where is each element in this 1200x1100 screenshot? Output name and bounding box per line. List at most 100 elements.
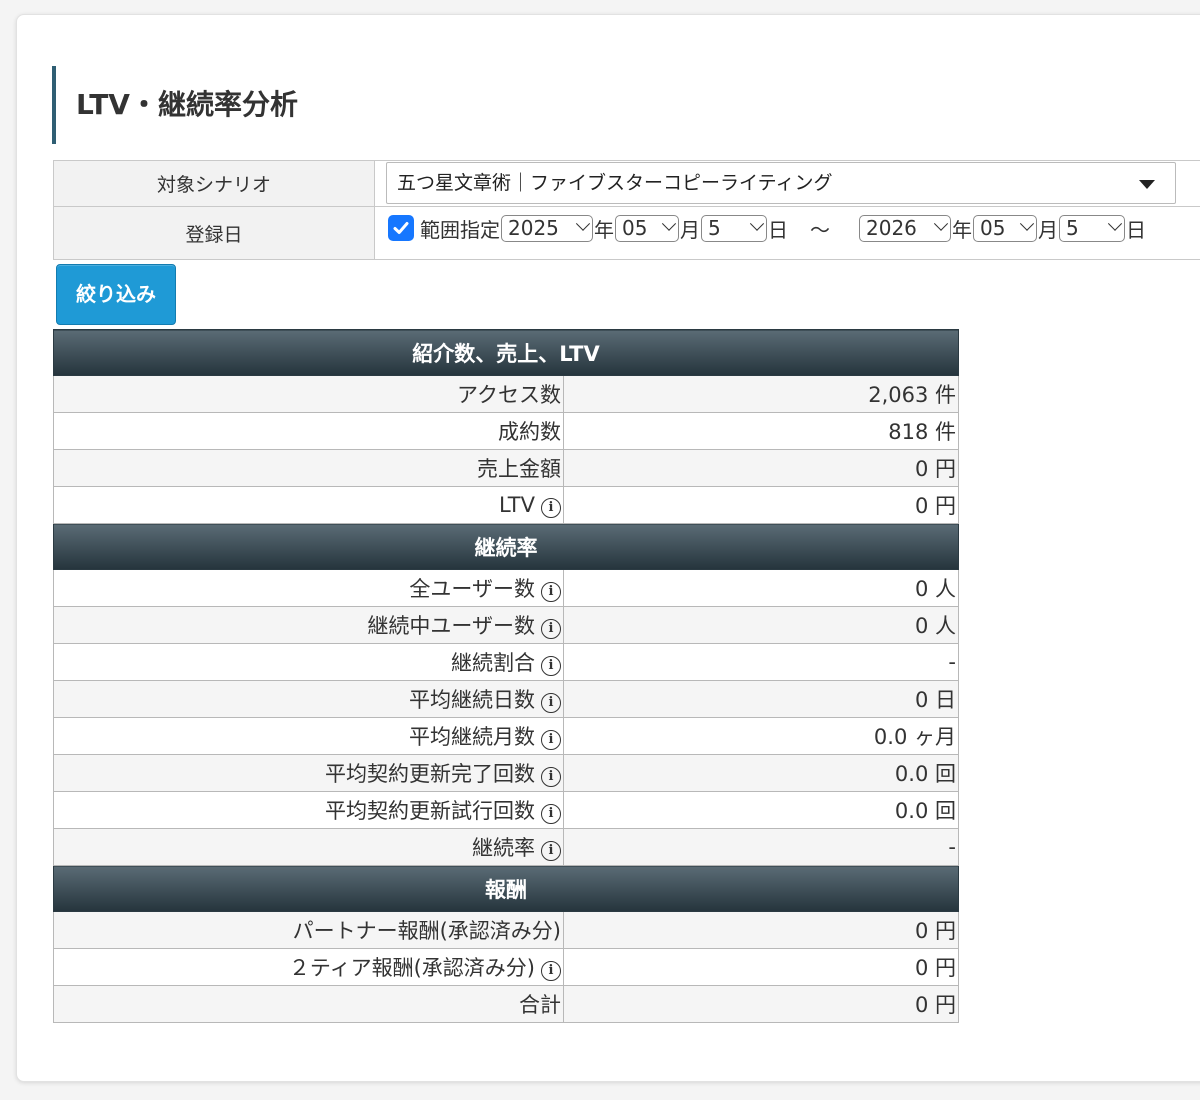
metric-label: ２ティア報酬(承認済み分)	[288, 956, 535, 980]
date-range-row: 範囲指定 2025 年 05 月 5 日 ～ 2026 年 05 月 5 日	[388, 208, 1146, 248]
checkmark-icon	[393, 222, 409, 234]
metric-label: 継続割合	[451, 651, 535, 675]
metric-label-cell: LTV i	[53, 486, 564, 524]
chevron-down-icon	[749, 216, 765, 231]
registration-date-label: 登録日	[53, 206, 375, 260]
metric-value: 0 人	[563, 606, 959, 644]
info-circle-icon[interactable]: i	[541, 582, 561, 602]
to-month-select[interactable]: 05	[973, 214, 1037, 242]
section-title: 報酬	[53, 865, 959, 912]
table-row: ２ティア報酬(承認済み分) i 0 円	[53, 948, 959, 986]
metric-label: 平均契約更新完了回数	[325, 762, 535, 786]
metric-label: LTV	[498, 492, 535, 517]
metric-label-cell: 成約数	[53, 412, 564, 450]
metric-label-cell: 継続割合 i	[53, 643, 564, 681]
metric-label-cell: 平均契約更新試行回数 i	[53, 791, 564, 829]
metric-label-cell: アクセス数	[53, 375, 564, 413]
table-row: アクセス数 2,063 件	[53, 375, 959, 413]
metric-value: 818 件	[563, 412, 959, 450]
filter-submit-button[interactable]: 絞り込み	[56, 264, 176, 325]
section-title: 紹介数、売上、LTV	[53, 329, 959, 376]
metric-value: -	[563, 828, 959, 866]
table-row: 継続割合 i -	[53, 643, 959, 681]
scenario-select-value: 五つ星文章術｜ファイブスターコピーライティング	[397, 172, 833, 194]
metric-label: 継続中ユーザー数	[367, 614, 535, 638]
info-circle-icon[interactable]: i	[541, 767, 561, 787]
metric-label: 売上金額	[477, 457, 561, 481]
range-checkbox-label: 範囲指定	[420, 217, 500, 242]
chevron-down-icon	[933, 216, 949, 231]
metric-value: 0 日	[563, 680, 959, 718]
metric-value: 0 円	[563, 985, 959, 1023]
analysis-table: 紹介数、売上、LTV アクセス数 2,063 件成約数 818 件売上金額 0 円 LTV…	[53, 329, 959, 1023]
table-row: 売上金額 0 円	[53, 449, 959, 487]
section-header-row: 紹介数、売上、LTV	[53, 329, 959, 376]
metric-label-cell: 継続率 i	[53, 828, 564, 866]
info-circle-icon[interactable]: i	[541, 619, 561, 639]
metric-label-cell: 売上金額	[53, 449, 564, 487]
metric-value: 0 人	[563, 569, 959, 607]
scenario-select[interactable]: 五つ星文章術｜ファイブスターコピーライティング	[386, 162, 1176, 204]
metric-label: パートナー報酬(承認済み分)	[292, 919, 561, 943]
metric-value: 0 円	[563, 486, 959, 524]
metric-value: 0 円	[563, 911, 959, 949]
metric-value: 0 円	[563, 948, 959, 986]
metric-value: 0.0 ヶ月	[563, 717, 959, 755]
info-circle-icon[interactable]: i	[541, 656, 561, 676]
info-circle-icon[interactable]: i	[541, 961, 561, 981]
scenario-label: 対象シナリオ	[53, 160, 375, 207]
range-checkbox[interactable]	[388, 215, 414, 241]
metric-value: 0.0 回	[563, 791, 959, 829]
table-row: 継続中ユーザー数 i 0 人	[53, 606, 959, 644]
table-row: 全ユーザー数 i 0 人	[53, 569, 959, 607]
table-row: 継続率 i -	[53, 828, 959, 866]
metric-label: 全ユーザー数	[409, 577, 535, 601]
chevron-down-icon	[1139, 180, 1155, 189]
info-circle-icon[interactable]: i	[541, 693, 561, 713]
metric-label: アクセス数	[457, 383, 561, 407]
page-title: LTV・継続率分析	[52, 66, 298, 144]
to-year-select[interactable]: 2026	[859, 214, 951, 242]
metric-label: 合計	[519, 993, 561, 1017]
info-circle-icon[interactable]: i	[541, 497, 561, 518]
metric-label-cell: 平均継続月数 i	[53, 717, 564, 755]
metric-label-cell: 平均継続日数 i	[53, 680, 564, 718]
to-day-select[interactable]: 5	[1059, 214, 1125, 242]
metric-value: 0.0 回	[563, 754, 959, 792]
chevron-down-icon	[575, 216, 591, 231]
section-header-row: 継続率	[53, 523, 959, 570]
metric-label-cell: ２ティア報酬(承認済み分) i	[53, 948, 564, 986]
table-row: 平均契約更新完了回数 i 0.0 回	[53, 754, 959, 792]
chevron-down-icon	[1019, 216, 1035, 231]
table-row: LTV i 0 円	[53, 486, 959, 524]
info-circle-icon[interactable]: i	[541, 841, 561, 861]
section-title: 継続率	[53, 523, 959, 570]
range-tilde: ～	[810, 217, 830, 242]
info-circle-icon[interactable]: i	[541, 804, 561, 824]
table-row: 平均継続日数 i 0 日	[53, 680, 959, 718]
table-row: 成約数 818 件	[53, 412, 959, 450]
metric-value: 0 円	[563, 449, 959, 487]
metric-value: 2,063 件	[563, 375, 959, 413]
table-row: 合計 0 円	[53, 985, 959, 1023]
table-row: 平均継続月数 i 0.0 ヶ月	[53, 717, 959, 755]
metric-label-cell: 平均契約更新完了回数 i	[53, 754, 564, 792]
metric-label: 平均継続日数	[409, 688, 535, 712]
table-row: パートナー報酬(承認済み分) 0 円	[53, 911, 959, 949]
metric-label-cell: 全ユーザー数 i	[53, 569, 564, 607]
chevron-down-icon	[1107, 216, 1123, 231]
chevron-down-icon	[661, 216, 677, 231]
metric-label-cell: 継続中ユーザー数 i	[53, 606, 564, 644]
metric-label-cell: 合計	[53, 985, 564, 1023]
from-day-select[interactable]: 5	[701, 214, 767, 242]
metric-label: 成約数	[498, 420, 561, 444]
table-row: 平均契約更新試行回数 i 0.0 回	[53, 791, 959, 829]
metric-label: 平均契約更新試行回数	[325, 799, 535, 823]
metric-value: -	[563, 643, 959, 681]
from-month-select[interactable]: 05	[615, 214, 679, 242]
from-year-select[interactable]: 2025	[501, 214, 593, 242]
metric-label: 継続率	[472, 836, 535, 860]
info-circle-icon[interactable]: i	[541, 730, 561, 750]
section-header-row: 報酬	[53, 865, 959, 912]
metric-label-cell: パートナー報酬(承認済み分)	[53, 911, 564, 949]
